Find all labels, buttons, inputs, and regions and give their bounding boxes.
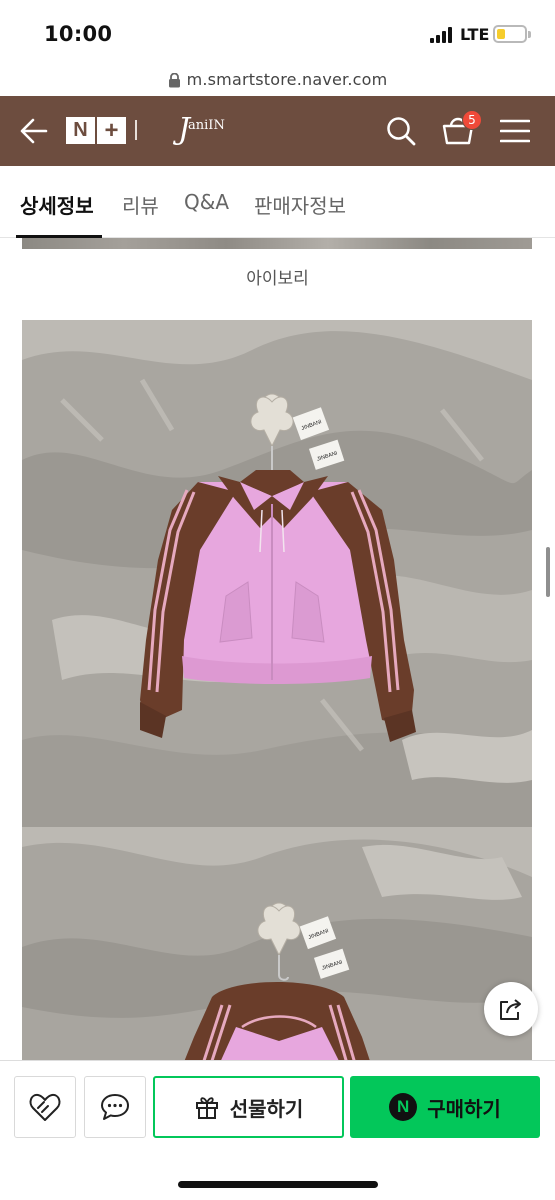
purchase-bar: 선물하기 N 구매하기 [0, 1060, 555, 1200]
naver-plus-logo[interactable]: N + [66, 117, 126, 144]
product-photo-image: JINBANI JINBANI [22, 827, 532, 1060]
network-type: LTE [460, 25, 490, 44]
npay-icon: N [389, 1093, 418, 1121]
url-text: m.smartstore.naver.com [186, 69, 388, 89]
share-button[interactable] [484, 982, 538, 1036]
naver-plus-plus: + [97, 117, 126, 144]
previous-photo-edge [22, 238, 532, 249]
status-bar: 10:00 LTE [0, 0, 555, 62]
talk-talk-button[interactable] [84, 1076, 146, 1138]
store-header: N + JaniIN 5 [0, 96, 555, 166]
home-indicator [178, 1181, 378, 1188]
gift-icon [195, 1097, 218, 1119]
gift-button[interactable]: 선물하기 [153, 1076, 344, 1138]
color-option-label: 아이보리 [246, 269, 309, 289]
scroll-indicator[interactable] [546, 547, 550, 597]
product-detail-content: 아이보리 JINBANI JINBANI JINBANI JINBANI [0, 238, 555, 1060]
product-photo: JINBANI JINBANI [22, 827, 532, 1060]
status-time: 10:00 [44, 22, 113, 46]
cart-count-badge: 5 [462, 110, 482, 130]
lock-icon [168, 72, 180, 87]
buy-button-label: 구매하기 [427, 1096, 501, 1121]
chat-bubble-icon [101, 1094, 129, 1120]
product-detail-page: 10:00 LTE m.smartstore.naver.com N + Jan… [0, 0, 555, 1200]
buy-button[interactable]: N 구매하기 [350, 1076, 540, 1138]
naver-plus-n: N [66, 117, 95, 144]
battery-icon [493, 25, 531, 43]
share-icon [500, 999, 521, 1020]
header-divider [135, 120, 137, 140]
gift-button-label: 선물하기 [229, 1096, 304, 1121]
tab-seller-info[interactable]: 판매자정보 [254, 190, 346, 219]
tab-qna[interactable]: Q&A [184, 190, 229, 214]
tab-reviews[interactable]: 리뷰 [122, 190, 159, 219]
brand-logo-text: aniIN [188, 118, 225, 133]
wishlist-button[interactable] [14, 1076, 76, 1138]
menu-icon[interactable] [500, 119, 530, 143]
brand-logo[interactable]: JaniIN [178, 112, 225, 147]
signal-icon [430, 27, 456, 43]
product-photo-image: JINBANI JINBANI [22, 320, 532, 827]
product-photo: JINBANI JINBANI [22, 320, 532, 827]
heart-icon [29, 1093, 61, 1121]
product-tabs: 상세정보 리뷰 Q&A 판매자정보 [0, 166, 555, 238]
url-bar[interactable]: m.smartstore.naver.com [0, 64, 555, 94]
tab-details[interactable]: 상세정보 [20, 190, 94, 219]
search-icon[interactable] [386, 116, 416, 146]
back-arrow-icon[interactable] [20, 118, 48, 144]
